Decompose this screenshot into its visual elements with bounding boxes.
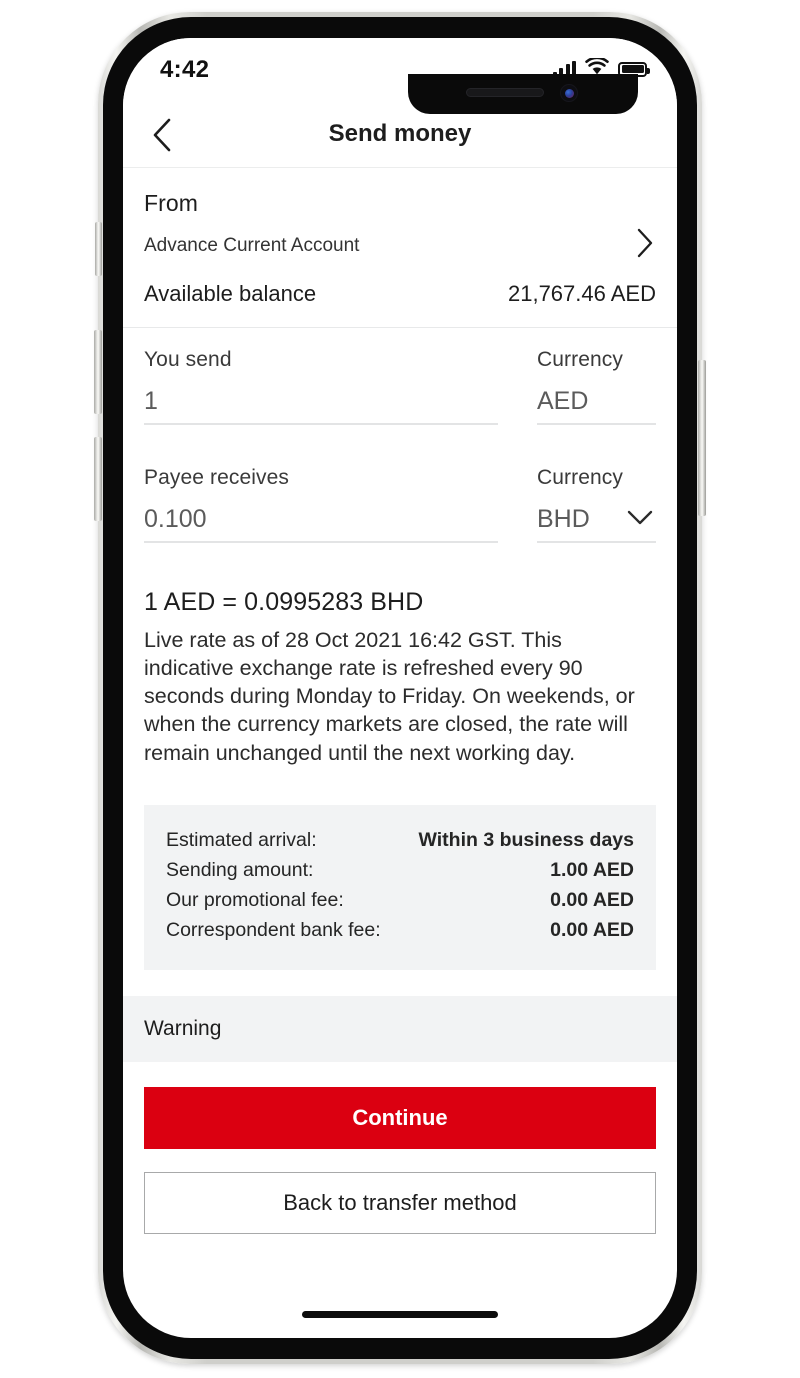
payee-receives-field[interactable]: Payee receives 0.100 [144, 466, 498, 543]
summary-row: Sending amount: 1.00 AED [166, 855, 634, 885]
front-camera-icon [560, 84, 578, 102]
summary-row-label: Sending amount: [166, 859, 314, 881]
phone-power-button[interactable] [698, 360, 706, 516]
summary-row-value: 0.00 AED [550, 889, 634, 912]
phone-volume-up-button[interactable] [94, 330, 102, 414]
warning-section: Warning [123, 995, 677, 1062]
receive-currency-select[interactable]: BHD [537, 502, 656, 536]
back-button[interactable] [139, 112, 185, 158]
send-currency-underline [537, 423, 656, 425]
summary-row-value: 1.00 AED [550, 859, 634, 881]
you-send-input[interactable]: 1 [144, 384, 498, 418]
you-send-section: You send 1 Currency AED [123, 328, 677, 432]
phone-silent-switch[interactable] [95, 222, 102, 276]
back-to-transfer-method-button[interactable]: Back to transfer method [144, 1171, 656, 1234]
home-indicator[interactable] [302, 1311, 498, 1318]
exchange-rate-disclaimer: Live rate as of 28 Oct 2021 16:42 GST. T… [144, 628, 635, 765]
source-account-name: Advance Current Account [144, 234, 360, 256]
continue-button[interactable]: Continue [144, 1086, 656, 1149]
chevron-down-icon[interactable] [626, 502, 654, 536]
you-send-underline [144, 423, 498, 425]
send-currency-field[interactable]: Currency AED [537, 348, 656, 425]
page-content: From Advance Current Account Available b… [123, 168, 677, 1234]
summary-row-label: Estimated arrival: [166, 828, 317, 851]
source-account-row[interactable]: Advance Current Account [144, 228, 656, 263]
from-label: From [144, 190, 199, 216]
summary-row-label: Our promotional fee: [166, 889, 344, 912]
phone-screen: 4:42 Send money From Advance Current Acc… [123, 38, 677, 1338]
you-send-label: You send [144, 348, 232, 371]
send-currency-label: Currency [537, 348, 623, 371]
summary-row-value: Within 3 business days [418, 828, 634, 851]
summary-row-label: Correspondent bank fee: [166, 919, 381, 942]
exchange-rate-section: 1 AED = 0.0995283 BHD Live rate as of 28… [123, 550, 677, 767]
receive-currency-label: Currency [537, 466, 623, 489]
screenshot-canvas: 4:42 Send money From Advance Current Acc… [0, 0, 800, 1378]
earpiece-speaker-icon [466, 88, 544, 97]
from-section: From Advance Current Account Available b… [123, 168, 677, 327]
chevron-right-icon [636, 228, 654, 263]
receive-currency-underline [537, 541, 656, 543]
you-send-field[interactable]: You send 1 [144, 348, 498, 425]
receive-currency-field[interactable]: Currency BHD [537, 466, 656, 543]
status-bar-clock: 4:42 [160, 56, 210, 83]
phone-notch [408, 74, 638, 114]
chevron-left-icon [153, 118, 171, 152]
payee-receives-input[interactable]: 0.100 [144, 502, 498, 536]
page-title: Send money [328, 119, 472, 147]
you-send-row: You send 1 Currency AED [144, 348, 656, 432]
summary-row: Our promotional fee: 0.00 AED [166, 885, 634, 915]
exchange-rate-line: 1 AED = 0.0995283 BHD [144, 588, 424, 616]
send-currency-value: AED [537, 387, 589, 415]
available-balance-label: Available balance [144, 281, 317, 306]
warning-title: Warning [144, 1016, 222, 1040]
summary-row: Correspondent bank fee: 0.00 AED [166, 915, 634, 945]
payee-receives-underline [144, 541, 498, 543]
summary-row-value: 0.00 AED [550, 919, 634, 942]
payee-receives-row: Payee receives 0.100 Currency BHD [144, 466, 656, 550]
available-balance-value: 21,767.46 AED [507, 281, 656, 306]
phone-volume-down-button[interactable] [94, 437, 102, 521]
payee-receives-label: Payee receives [144, 466, 289, 489]
action-buttons: Continue Back to transfer method [123, 1062, 677, 1234]
payee-receives-section: Payee receives 0.100 Currency BHD [123, 432, 677, 550]
summary-row: Estimated arrival: Within 3 business day… [166, 825, 634, 855]
receive-currency-value: BHD [537, 505, 590, 533]
available-balance-row: Available balance 21,767.46 AED [144, 281, 656, 327]
transfer-summary-panel: Estimated arrival: Within 3 business day… [144, 804, 656, 970]
